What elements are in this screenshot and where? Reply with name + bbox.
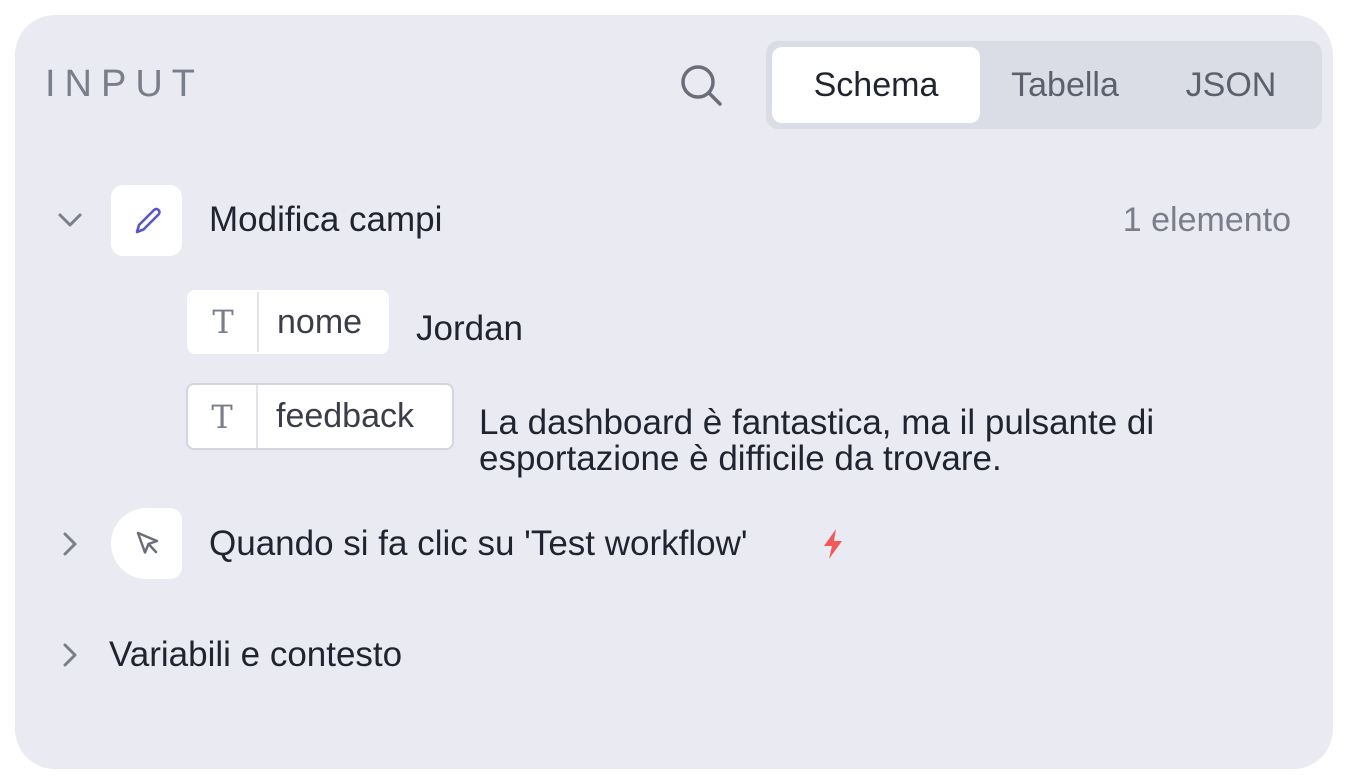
field-name: nome	[277, 302, 363, 341]
tab-json[interactable]: JSON	[1156, 47, 1306, 123]
cursor-click-icon	[111, 508, 182, 579]
field-value-line: La dashboard è fantastica, ma il pulsant…	[479, 403, 1155, 442]
chevron-right-icon[interactable]	[55, 640, 85, 670]
text-type-icon: T	[188, 385, 258, 448]
panel-title: INPUT	[45, 63, 204, 105]
field-value-feedback: La dashboard è fantastica, ma il pulsant…	[479, 405, 1154, 477]
group-label-variabili[interactable]: Variabili e contesto	[109, 635, 402, 675]
chevron-down-icon[interactable]	[55, 205, 85, 235]
field-name: feedback	[276, 397, 414, 435]
pencil-icon	[111, 185, 182, 256]
view-tabs: Schema Tabella JSON	[766, 41, 1322, 129]
search-icon[interactable]	[679, 63, 723, 107]
group-label-modifica-campi[interactable]: Modifica campi	[209, 200, 442, 240]
field-value-nome: Jordan	[416, 309, 524, 348]
tab-tabella[interactable]: Tabella	[980, 47, 1150, 123]
tab-schema[interactable]: Schema	[772, 47, 980, 123]
lightning-icon	[818, 527, 848, 561]
field-pill-nome[interactable]: T nome	[187, 290, 389, 354]
group-label-trigger[interactable]: Quando si fa clic su 'Test workflow'	[209, 524, 748, 564]
chevron-right-icon[interactable]	[55, 529, 85, 559]
text-type-icon: T	[189, 292, 259, 352]
field-value-line: esportazione è difficile da trovare.	[479, 439, 1002, 478]
item-count: 1 elemento	[1122, 201, 1291, 239]
field-pill-feedback[interactable]: T feedback	[186, 383, 454, 450]
input-panel: INPUT Schema Tabella JSON Modifica campi…	[15, 15, 1333, 769]
